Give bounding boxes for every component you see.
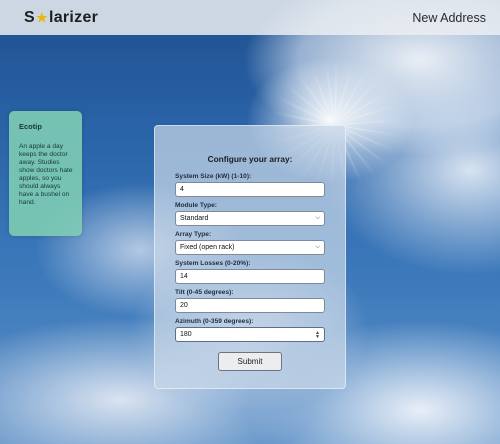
number-spinner-icon[interactable]: ▲ ▼ [315,330,320,339]
system-losses-input[interactable]: 14 [175,269,325,284]
module-type-value: Standard [180,215,209,222]
logo-text-start: S [24,8,35,26]
tilt-value: 20 [180,302,188,309]
form-title: Configure your array: [207,154,293,164]
logo[interactable]: S ★ larizer [24,9,98,27]
tilt-label: Tilt (0-45 degrees): [175,289,234,296]
array-type-value: Fixed (open rack) [180,244,235,251]
logo-text-end: larizer [48,8,99,26]
system-losses-label: System Losses (0-20%): [175,260,251,267]
ecotip-card: Ecotip An apple a day keeps the doctor a… [9,111,82,236]
ecotip-title: Ecotip [19,122,42,131]
azimuth-value: 180 [180,331,192,338]
system-losses-value: 14 [180,273,188,280]
azimuth-label: Azimuth (0-359 degrees): [175,318,254,325]
chevron-down-icon: ⌵ [315,215,320,221]
system-size-label: System Size (kW) (1-10): [175,173,252,180]
ecotip-body: An apple a day keeps the doctor away. St… [19,143,73,207]
submit-button[interactable]: Submit [218,352,282,371]
navbar: S ★ larizer New Address [0,0,500,35]
module-type-select[interactable]: Standard ⌵ [175,211,325,226]
azimuth-input[interactable]: 180 ▲ ▼ [175,327,325,342]
sun-icon: ★ [35,9,48,25]
array-type-select[interactable]: Fixed (open rack) ⌵ [175,240,325,255]
module-type-label: Module Type: [175,202,218,209]
configure-form: Configure your array: System Size (kW) (… [154,125,346,389]
tilt-input[interactable]: 20 [175,298,325,313]
new-address-link[interactable]: New Address [412,11,486,25]
system-size-input[interactable]: 4 [175,182,325,197]
system-size-value: 4 [180,186,184,193]
array-type-label: Array Type: [175,231,212,238]
chevron-down-icon: ⌵ [315,244,320,250]
